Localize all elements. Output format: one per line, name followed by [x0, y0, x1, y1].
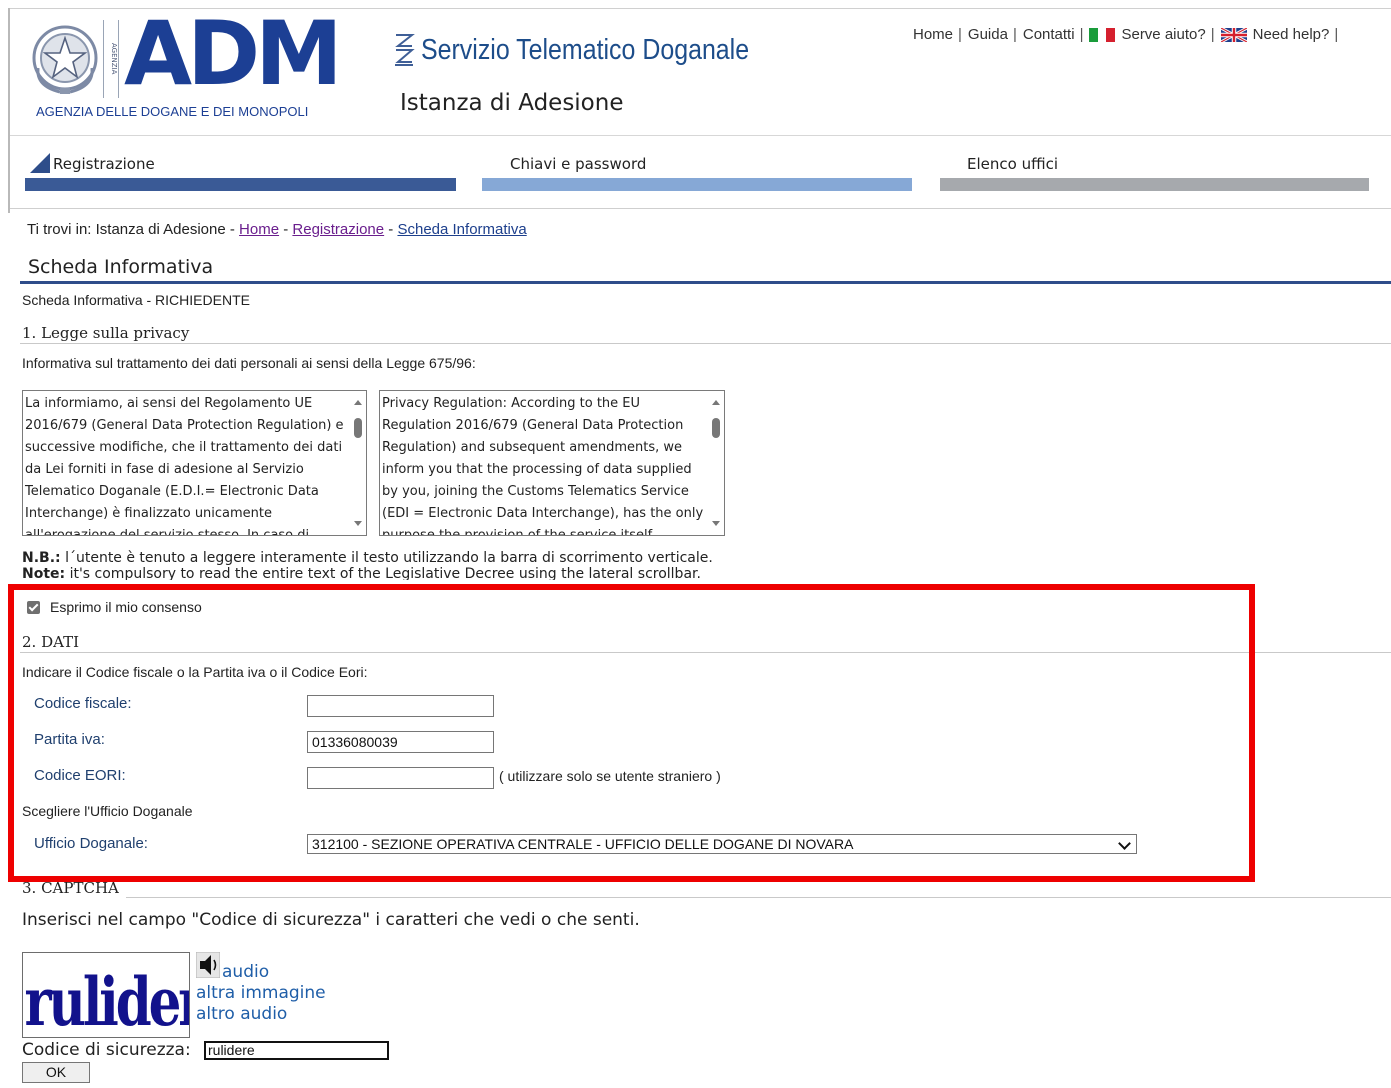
current-step-marker-icon	[30, 153, 50, 173]
italian-republic-emblem-icon	[32, 25, 98, 94]
note-english-text: it's compulsory to read the entire text …	[65, 566, 701, 580]
privacy-section-heading: 1. Legge sulla privacy	[22, 324, 190, 342]
service-title: Servizio Telematico Doganale	[421, 34, 750, 66]
privacy-intro: Informativa sul trattamento dei dati per…	[22, 355, 476, 371]
captcha-audio-link[interactable]: audio	[222, 962, 269, 982]
step-chiavi-password: Chiavi e password	[510, 155, 647, 173]
page-title: Scheda Informativa	[28, 256, 214, 278]
note-english-label: Note:	[22, 566, 66, 580]
scroll-thumb[interactable]	[712, 418, 720, 438]
nav-separator: |	[1079, 26, 1084, 43]
breadcrumb-registrazione-link[interactable]: Registrazione	[292, 221, 384, 238]
captcha-image-graphic: rulidere	[25, 963, 236, 1041]
home-link[interactable]: Home	[913, 26, 953, 43]
highlight-box	[8, 584, 1255, 882]
speaker-icon[interactable]	[196, 952, 220, 978]
breadcrumb-prefix: Ti trovi in: Istanza di Adesione -	[27, 221, 240, 238]
nav-separator: |	[958, 26, 962, 43]
nav-separator: |	[1334, 26, 1339, 43]
security-code-input[interactable]: rulidere	[204, 1041, 389, 1060]
uk-flag-icon	[1220, 27, 1247, 42]
scroll-up-icon[interactable]	[712, 400, 720, 405]
contacts-link[interactable]: Contatti	[1023, 26, 1075, 43]
captcha-intro: Inserisci nel campo "Codice di sicurezza…	[22, 910, 640, 930]
steps-divider	[10, 208, 1391, 209]
privacy-text-english-content: Privacy Regulation: According to the EU …	[382, 396, 704, 536]
nav-separator: |	[1012, 26, 1017, 43]
security-code-label: Codice di sicurezza:	[22, 1040, 191, 1060]
captcha-other-image-link[interactable]: altra immagine	[196, 983, 326, 1003]
captcha-section-heading: 3. CAPTCHA	[22, 879, 119, 897]
logo-vertical-text: AGENZIA	[103, 20, 119, 98]
scroll-thumb[interactable]	[354, 418, 362, 438]
note-italian-text: l´utente è tenuto a leggere interamente …	[60, 550, 713, 566]
captcha-other-audio-link[interactable]: altro audio	[196, 1004, 287, 1024]
help-en-link[interactable]: Need help?	[1253, 26, 1330, 43]
nav-separator: |	[1210, 26, 1215, 43]
section-divider	[20, 343, 1391, 344]
service-logo-icon	[395, 34, 415, 66]
note-english: Note: it's compulsory to read the entire…	[22, 566, 701, 580]
note-italian-label: N.B.:	[22, 550, 61, 566]
section-divider	[126, 897, 1391, 898]
captcha-image: rulidere	[22, 952, 236, 1041]
guide-link[interactable]: Guida	[968, 26, 1008, 43]
step-registrazione: Registrazione	[53, 155, 155, 173]
agency-name: AGENZIA DELLE DOGANE E DEI MONOPOLI	[36, 104, 309, 119]
breadcrumb-current-link[interactable]: Scheda Informativa	[397, 221, 526, 238]
italy-flag-icon	[1089, 27, 1116, 42]
left-border	[8, 8, 10, 213]
breadcrumb-home-link[interactable]: Home	[239, 221, 279, 238]
scroll-down-icon[interactable]	[712, 521, 720, 526]
title-underline	[20, 281, 1391, 284]
scroll-down-icon[interactable]	[354, 521, 362, 526]
service-subtitle: Istanza di Adesione	[400, 90, 624, 116]
privacy-text-italian-content: La informiamo, ai sensi del Regolamento …	[25, 396, 344, 536]
step-elenco-uffici: Elenco uffici	[967, 155, 1058, 173]
privacy-en-scrollbar[interactable]	[708, 391, 724, 535]
step-bar-elenco-uffici	[940, 178, 1369, 191]
adm-logo[interactable]: ADM	[124, 4, 343, 104]
header-divider	[10, 135, 1391, 136]
help-it-link[interactable]: Serve aiuto?	[1121, 26, 1205, 43]
privacy-text-english[interactable]: Privacy Regulation: According to the EU …	[379, 390, 725, 536]
step-bar-registrazione	[25, 178, 456, 191]
top-navigation: Home | Guida | Contatti | Serve aiuto? |…	[913, 26, 1344, 43]
breadcrumb: Ti trovi in: Istanza di Adesione - Home …	[27, 221, 527, 238]
step-bar-chiavi-password	[482, 178, 912, 191]
privacy-it-scrollbar[interactable]	[350, 391, 366, 535]
ok-button[interactable]: OK	[22, 1062, 90, 1083]
scroll-up-icon[interactable]	[354, 400, 362, 405]
page-subtitle: Scheda Informativa - RICHIEDENTE	[22, 292, 250, 308]
privacy-text-italian[interactable]: La informiamo, ai sensi del Regolamento …	[22, 390, 367, 536]
note-italian: N.B.: l´utente è tenuto a leggere intera…	[22, 550, 713, 566]
captcha-text: rulidere	[25, 963, 189, 1037]
